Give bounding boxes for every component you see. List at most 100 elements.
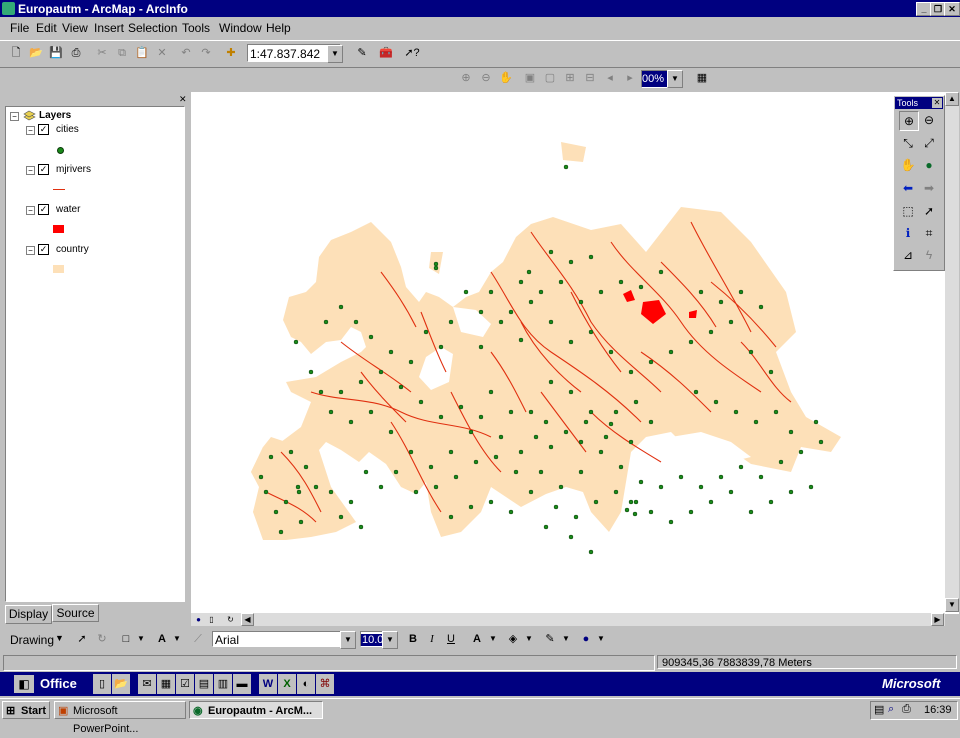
select-features-icon[interactable]: ⬚	[899, 202, 917, 220]
italic-button[interactable]: I	[422, 629, 442, 649]
undo-icon[interactable]: ↶	[176, 43, 196, 63]
forward-extent-icon[interactable]: ▸	[620, 68, 640, 88]
print-icon[interactable]: ⎙	[66, 43, 86, 63]
drawing-menu[interactable]: Drawing	[10, 633, 54, 647]
scale-dropdown-icon[interactable]: ▼	[327, 45, 343, 63]
tray-network-icon[interactable]: ▤	[874, 703, 884, 716]
delete-icon[interactable]: ✕	[152, 43, 172, 63]
text-dropdown-icon[interactable]: ▼	[173, 634, 181, 643]
whats-this-help-icon[interactable]: ➚?	[402, 43, 422, 63]
refresh-icon[interactable]: ↻	[225, 614, 236, 625]
marker-color-icon[interactable]: ●	[576, 629, 596, 649]
map-vertical-scrollbar[interactable]: ▲ ▼	[945, 92, 959, 612]
office-logo-icon[interactable]: ◧	[14, 675, 34, 693]
find-binoculars-icon[interactable]: ⌗	[920, 224, 938, 242]
office-note-icon[interactable]: ▬	[233, 674, 251, 694]
back-arrow-icon[interactable]: ⬅	[899, 179, 917, 197]
bold-button[interactable]: B	[403, 629, 423, 649]
redo-icon[interactable]: ↷	[196, 43, 216, 63]
layout-zoom-out-icon[interactable]: ⊖	[476, 68, 496, 88]
cut-icon[interactable]: ✂	[92, 43, 112, 63]
zoom-out-icon[interactable]: ⊖	[920, 111, 938, 129]
change-layout-icon[interactable]: ▦	[692, 68, 712, 88]
water-collapse-icon[interactable]: −	[26, 206, 35, 215]
cities-collapse-icon[interactable]: −	[26, 126, 35, 135]
country-collapse-icon[interactable]: −	[26, 246, 35, 255]
office-message-icon[interactable]: ✉	[138, 674, 156, 694]
menu-window[interactable]: Window	[219, 21, 262, 35]
menu-help[interactable]: Help	[266, 21, 291, 35]
scroll-down-icon[interactable]: ▼	[945, 598, 959, 612]
office-task-icon[interactable]: ☑	[176, 674, 194, 694]
toc-close-icon[interactable]: ✕	[179, 94, 187, 104]
office-new-doc-icon[interactable]: ▯	[93, 674, 111, 694]
text-tool-icon[interactable]: A	[152, 629, 172, 649]
identify-info-icon[interactable]: ℹ	[899, 224, 917, 242]
add-data-icon[interactable]: ✚	[221, 43, 241, 63]
menu-insert[interactable]: Insert	[94, 21, 124, 35]
layers-collapse-icon[interactable]: −	[10, 112, 19, 121]
menu-tools[interactable]: Tools	[182, 21, 210, 35]
line-color-icon[interactable]: ✎	[540, 629, 560, 649]
tools-close-icon[interactable]: ✕	[932, 98, 942, 108]
underline-button[interactable]: U	[441, 629, 461, 649]
open-folder-icon[interactable]: 📂	[26, 43, 46, 63]
country-checkbox[interactable]: ✓	[38, 244, 49, 255]
data-view-icon[interactable]: ●	[193, 614, 204, 625]
task-arcmap[interactable]: ◉ Europautm - ArcM...	[189, 701, 323, 719]
cities-checkbox[interactable]: ✓	[38, 124, 49, 135]
tray-search-icon[interactable]: ⌕	[888, 703, 894, 716]
font-color-icon[interactable]: A	[467, 629, 487, 649]
copy-icon[interactable]: ⧉	[112, 43, 132, 63]
menu-edit[interactable]: Edit	[36, 21, 57, 35]
office-word-icon[interactable]: W	[259, 674, 277, 694]
tab-source[interactable]: Source	[52, 604, 99, 622]
zoom-in-icon[interactable]: ⊕	[899, 111, 919, 131]
office-appointment-icon[interactable]: ▦	[157, 674, 175, 694]
rectangle-dropdown-icon[interactable]: ▼	[137, 634, 145, 643]
measure-icon[interactable]: ⊿	[899, 246, 917, 264]
layout-zoom-percent[interactable]: 00%	[641, 70, 669, 88]
fill-color-dropdown-icon[interactable]: ▼	[525, 634, 533, 643]
font-size-dropdown-icon[interactable]: ▼	[382, 631, 398, 649]
forward-arrow-icon[interactable]: ➡	[920, 179, 938, 197]
fill-color-icon[interactable]: ◈	[503, 629, 523, 649]
save-icon[interactable]: 💾	[46, 43, 66, 63]
font-color-dropdown-icon[interactable]: ▼	[489, 634, 497, 643]
office-contact-icon[interactable]: ▤	[195, 674, 213, 694]
office-powerpoint-icon[interactable]: ◐	[297, 674, 315, 694]
start-button[interactable]: ⊞ Start	[2, 701, 50, 719]
scroll-up-icon[interactable]: ▲	[945, 92, 959, 106]
mjrivers-collapse-icon[interactable]: −	[26, 166, 35, 175]
layout-view-icon[interactable]: ▯	[206, 614, 217, 625]
select-elements-pointer-icon[interactable]: ➚	[920, 202, 938, 220]
menu-file[interactable]: File	[10, 21, 29, 35]
cities-symbol-icon[interactable]	[57, 147, 64, 154]
office-journal-icon[interactable]: ▥	[214, 674, 232, 694]
close-button[interactable]: ✕	[944, 2, 960, 16]
paste-icon[interactable]: 📋	[132, 43, 152, 63]
zoom-percent-dropdown-icon[interactable]: ▼	[667, 70, 683, 88]
hyperlink-lightning-icon[interactable]: ϟ	[920, 246, 938, 264]
office-excel-icon[interactable]: X	[278, 674, 296, 694]
water-checkbox[interactable]: ✓	[38, 204, 49, 215]
map-horizontal-scrollbar[interactable]: ● ▯ ↻ ◀ ▶	[191, 613, 945, 626]
rotate-icon[interactable]: ↻	[92, 629, 112, 649]
zoom-100-icon[interactable]: ▢	[540, 68, 560, 88]
drawing-menu-arrow-icon[interactable]: ▼	[55, 633, 64, 643]
fixed-zoom-in-tool-icon[interactable]: ⤡	[899, 134, 917, 152]
editor-toolbar-icon[interactable]: ✎	[352, 43, 372, 63]
font-name-select[interactable]: Arial	[212, 631, 352, 647]
arctoolbox-icon[interactable]: 🧰	[376, 43, 396, 63]
layout-pan-icon[interactable]: ✋	[496, 68, 516, 88]
fixed-zoom-out-icon[interactable]: ⊟	[580, 68, 600, 88]
zoom-whole-page-icon[interactable]: ▣	[520, 68, 540, 88]
full-extent-globe-icon[interactable]: ●	[920, 156, 938, 174]
font-dropdown-icon[interactable]: ▼	[340, 631, 356, 649]
task-powerpoint[interactable]: ▣ Microsoft PowerPoint...	[54, 701, 186, 735]
tray-printer-icon[interactable]: ⎙	[902, 703, 911, 716]
line-color-dropdown-icon[interactable]: ▼	[562, 634, 570, 643]
rectangle-tool-icon[interactable]: □	[116, 629, 136, 649]
fixed-zoom-in-icon[interactable]: ⊞	[560, 68, 580, 88]
pan-hand-icon[interactable]: ✋	[899, 156, 917, 174]
